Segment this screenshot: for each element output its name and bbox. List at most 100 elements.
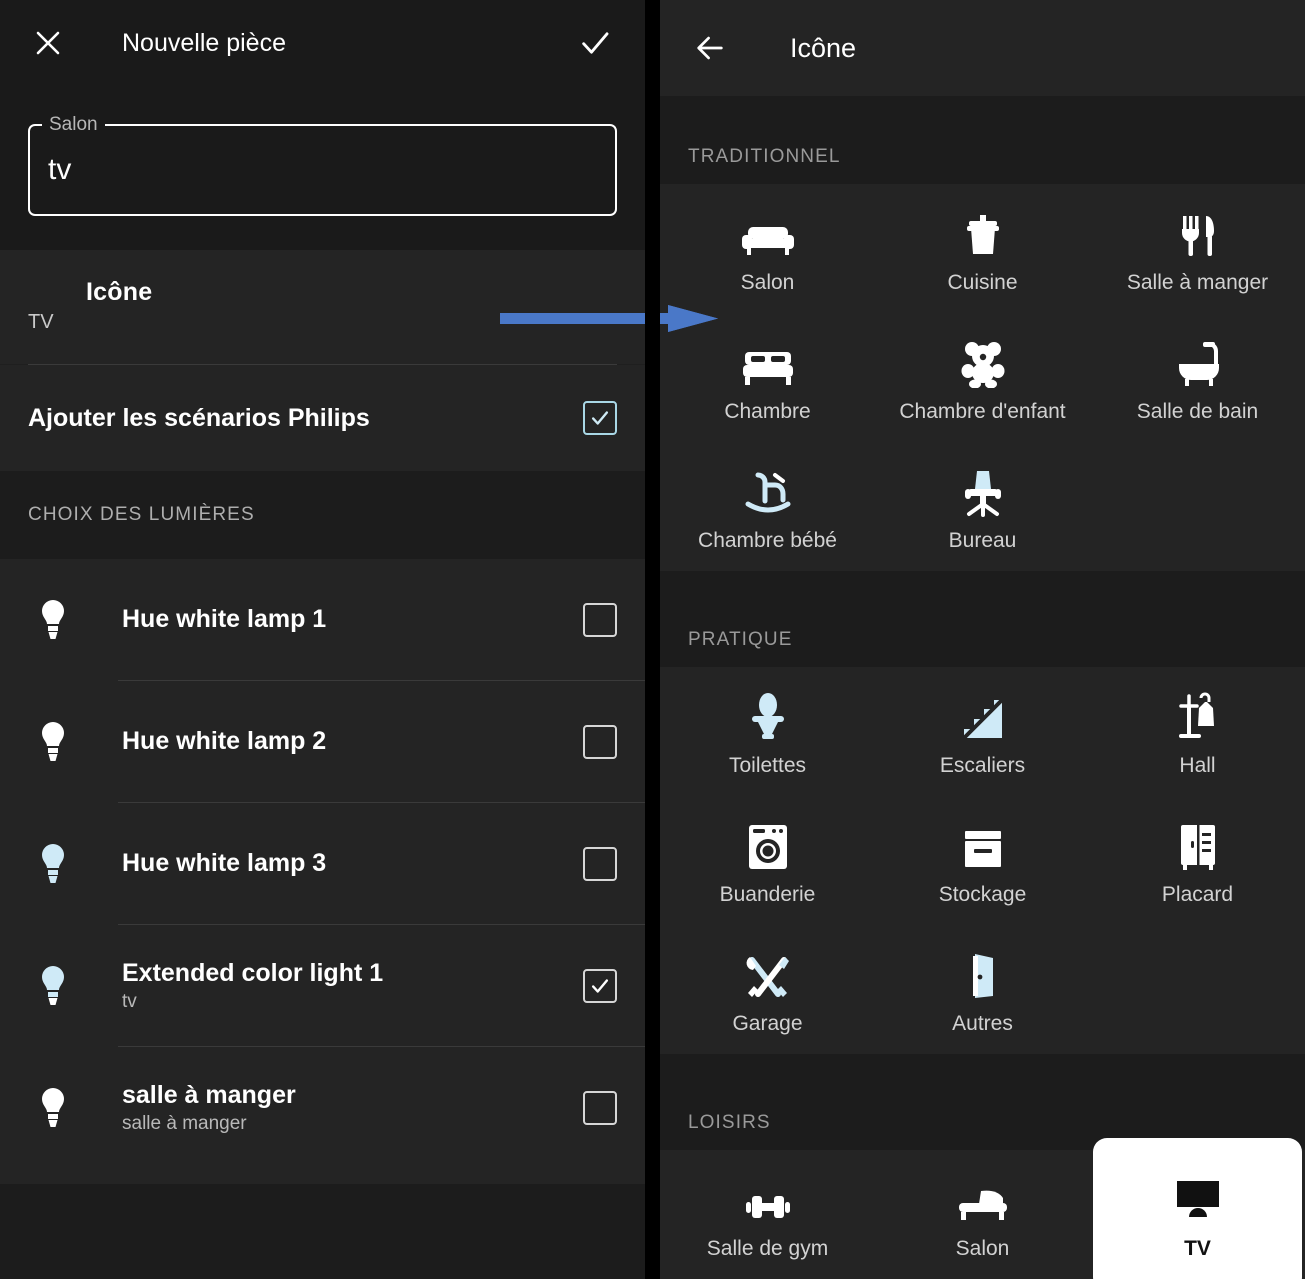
coat-rack-icon	[1175, 686, 1221, 742]
icon-option-label: Garage	[732, 1011, 803, 1035]
list-item-text: Extended color light 1 tv	[122, 959, 583, 1013]
bulb-icon	[28, 842, 78, 886]
left-header: Nouvelle pièce	[0, 0, 645, 86]
bed-icon	[741, 332, 795, 388]
close-icon[interactable]	[28, 23, 68, 63]
tools-icon	[744, 944, 792, 1000]
icon-option-label: Salon	[740, 270, 795, 294]
lights-section-header: CHOIX DES LUMIÈRES	[0, 471, 645, 559]
storage-box-icon	[962, 815, 1004, 871]
stairs-icon	[960, 686, 1006, 742]
icon-option-label: Chambre d'enfant	[899, 399, 1066, 423]
icon-option-toilettes[interactable]: Toilettes	[660, 667, 875, 796]
icon-option-label: Cuisine	[947, 270, 1018, 294]
icon-option-cuisine[interactable]: Cuisine	[875, 184, 1090, 313]
philips-scenes-row[interactable]: Ajouter les scénarios Philips	[0, 365, 645, 471]
room-name-label: Salon	[49, 113, 98, 135]
icon-option-salle-de-gym[interactable]: Salle de gym	[660, 1150, 875, 1279]
light-checkbox[interactable]	[583, 846, 617, 881]
input-outline	[28, 124, 617, 216]
room-name-value: tv	[48, 153, 72, 186]
confirm-check-icon[interactable]	[573, 21, 617, 65]
icon-option-placard[interactable]: Placard	[1090, 796, 1305, 925]
light-name: Hue white lamp 2	[122, 727, 327, 755]
rocking-horse-icon	[742, 461, 794, 517]
list-item-text: Hue white lamp 2	[122, 727, 583, 756]
icon-option-label: Salle de gym	[706, 1236, 829, 1260]
teddy-bear-icon	[959, 332, 1007, 388]
icon-option-bureau[interactable]: Bureau	[875, 442, 1090, 571]
list-item[interactable]: Hue white lamp 2	[0, 681, 645, 802]
icon-option-garage[interactable]: Garage	[660, 925, 875, 1054]
icon-picker-title: Icône	[790, 32, 857, 63]
room-name-field-block: Salon tv	[0, 86, 645, 250]
icon-option-label: Stockage	[938, 882, 1027, 906]
icon-grid-loisirs: Salle de gym Salon TV	[660, 1138, 1305, 1279]
toilet-icon	[748, 686, 788, 742]
section-title: TRADITIONNEL	[688, 146, 841, 167]
icon-row-title: Icône	[86, 278, 153, 306]
list-item[interactable]: Hue white lamp 3	[0, 803, 645, 924]
door-icon	[963, 944, 1003, 1000]
icon-option-hall[interactable]: Hall	[1090, 667, 1305, 796]
right-header: Icône	[660, 0, 1305, 96]
icon-option-label: Hall	[1179, 753, 1216, 777]
right-screen-icon-picker: les alexiens ™ Icône TRADITIONNEL	[660, 0, 1305, 1279]
cooking-pot-icon	[959, 203, 1007, 259]
list-item-text: Hue white lamp 3	[122, 849, 583, 878]
icon-option-autres[interactable]: Autres	[875, 925, 1090, 1054]
icon-option-tv[interactable]: TV	[1090, 1138, 1305, 1279]
icon-selector-row[interactable]: Icône TV	[0, 250, 645, 364]
fork-knife-icon	[1175, 203, 1221, 259]
light-checkbox[interactable]	[583, 968, 617, 1003]
light-room: salle à manger	[122, 1112, 247, 1134]
light-name: Hue white lamp 3	[122, 849, 327, 877]
bulb-icon	[28, 964, 78, 1008]
light-checkbox[interactable]	[583, 724, 617, 759]
icon-option-buanderie[interactable]: Buanderie	[660, 796, 875, 925]
icon-option-label: Escaliers	[939, 753, 1026, 777]
dumbbell-icon	[742, 1169, 794, 1225]
bathtub-icon	[1173, 332, 1223, 388]
arrow-left-icon[interactable]	[688, 26, 732, 70]
light-name: Hue white lamp 1	[122, 605, 327, 633]
icon-option-label: Toilettes	[728, 753, 807, 777]
input-label-notch: Salon	[42, 113, 105, 135]
light-checkbox[interactable]	[583, 1090, 617, 1125]
icon-option-chambre[interactable]: Chambre	[660, 313, 875, 442]
panel-divider	[645, 0, 660, 1279]
light-name: Extended color light 1	[122, 958, 384, 987]
list-item[interactable]: Hue white lamp 1	[0, 559, 645, 680]
icon-row-value: TV	[28, 311, 54, 333]
sofa-icon	[740, 203, 796, 259]
icon-option-escaliers[interactable]: Escaliers	[875, 667, 1090, 796]
icon-grid-pratique: Toilettes Escaliers Hall Buanderie Stock…	[660, 667, 1305, 1054]
icon-option-label: Salle de bain	[1136, 399, 1259, 423]
icon-option-salon-lounge[interactable]: Salon	[875, 1150, 1090, 1279]
icon-option-salle-a-manger[interactable]: Salle à manger	[1090, 184, 1305, 313]
list-item-text: Hue white lamp 1	[122, 605, 583, 634]
left-screen-new-room: les alexiens Nouvelle pièce Salon tv Icô…	[0, 0, 645, 1279]
philips-scenes-checkbox[interactable]	[583, 401, 617, 435]
icon-option-label: TV	[1184, 1236, 1211, 1260]
icon-option-chambre-enfant[interactable]: Chambre d'enfant	[875, 313, 1090, 442]
bulb-icon	[28, 1086, 78, 1130]
list-item[interactable]: Extended color light 1 tv	[0, 925, 645, 1046]
section-title: PRATIQUE	[688, 629, 793, 650]
icon-option-chambre-bebe[interactable]: Chambre bébé	[660, 442, 875, 571]
icon-option-salle-de-bain[interactable]: Salle de bain	[1090, 313, 1305, 442]
dual-screenshot: les alexiens Nouvelle pièce Salon tv Icô…	[0, 0, 1305, 1279]
section-title: LOISIRS	[688, 1112, 771, 1133]
icon-option-salon[interactable]: Salon	[660, 184, 875, 313]
icon-grid-traditionnel: Salon Cuisine Salle à manger Chambre Cha…	[660, 184, 1305, 571]
philips-scenes-label: Ajouter les scénarios Philips	[28, 403, 370, 432]
section-header-loisirs: LOISIRS	[660, 1054, 1305, 1150]
room-name-input[interactable]: Salon tv	[28, 113, 617, 216]
list-item[interactable]: salle à manger salle à manger	[0, 1047, 645, 1168]
icon-option-label: Chambre	[724, 399, 811, 423]
icon-option-label: Placard	[1161, 882, 1234, 906]
icon-option-stockage[interactable]: Stockage	[875, 796, 1090, 925]
icon-option-label: Autres	[952, 1011, 1013, 1035]
closet-icon	[1177, 815, 1219, 871]
light-checkbox[interactable]	[583, 602, 617, 637]
